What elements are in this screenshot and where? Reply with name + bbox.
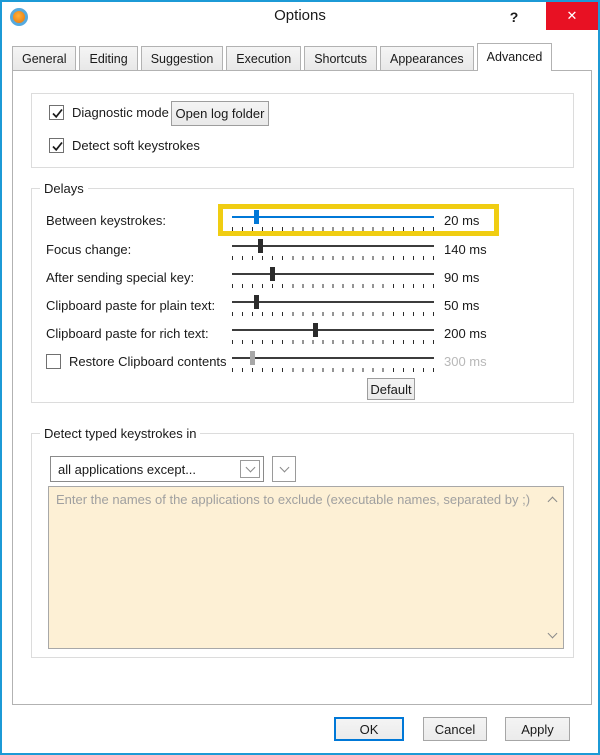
slider-thumb[interactable] (250, 351, 255, 365)
slider-track (232, 301, 434, 303)
delay-row: Restore Clipboard contents 300 ms (46, 349, 567, 373)
slider-label: Between keystrokes: (46, 212, 166, 228)
slider-thumb[interactable] (254, 295, 259, 309)
detect-keystrokes-group: Detect typed keystrokes in all applicati… (31, 426, 574, 658)
delay-slider[interactable] (232, 294, 434, 316)
tab-shortcuts[interactable]: Shortcuts (304, 46, 377, 70)
slider-track (232, 329, 434, 331)
slider-value: 20 ms (444, 212, 480, 228)
excluded-applications-textarea[interactable] (48, 486, 564, 649)
slider-ticks (232, 284, 434, 288)
tab-label: Advanced (486, 50, 543, 64)
apply-button[interactable]: Apply (505, 717, 570, 741)
delay-slider[interactable] (232, 209, 434, 231)
delay-slider[interactable] (232, 350, 434, 372)
tab-label: Editing (89, 51, 128, 66)
slider-label: Restore Clipboard contents (69, 353, 227, 369)
ok-button[interactable]: OK (334, 717, 404, 741)
tab-label: Suggestion (150, 51, 214, 66)
tab-suggestion[interactable]: Suggestion (140, 46, 224, 70)
slider-thumb[interactable] (258, 239, 263, 253)
open-log-folder-button[interactable]: Open log folder (171, 101, 269, 126)
combobox-arrow-button[interactable] (240, 460, 260, 478)
tab-execution[interactable]: Execution (226, 46, 302, 70)
scroll-down-button[interactable] (544, 627, 560, 643)
tab-label: Shortcuts (314, 51, 367, 66)
slider-ticks (232, 227, 434, 231)
slider-thumb[interactable] (270, 267, 275, 281)
delay-slider[interactable] (232, 322, 434, 344)
delay-slider[interactable] (232, 266, 434, 288)
slider-value: 300 ms (444, 353, 487, 369)
slider-value: 50 ms (444, 297, 480, 313)
default-button[interactable]: Default (367, 378, 415, 400)
check-icon (52, 108, 63, 119)
combobox-value: all applications except... (58, 461, 197, 477)
diagnostic-mode-label: Diagnostic mode (72, 105, 169, 120)
tab-general[interactable]: General (12, 46, 77, 70)
title-bar: Options ? ✕ (2, 2, 598, 32)
close-icon: ✕ (566, 8, 578, 23)
chevron-down-icon (279, 462, 289, 473)
check-icon (52, 141, 63, 152)
advanced-tab-panel: Diagnostic mode Open log folder Detect s… (12, 70, 592, 705)
expand-list-button[interactable] (272, 456, 296, 482)
restore-clipboard-checkbox[interactable] (46, 353, 61, 369)
tab-label: General (22, 51, 67, 66)
slider-value: 140 ms (444, 241, 487, 257)
help-button[interactable]: ? (500, 6, 528, 28)
tab-bar: General Editing Suggestion Execution Shortcu… (12, 42, 588, 71)
delay-row: Between keystrokes: 20 ms (46, 208, 567, 232)
tab-label: Execution (236, 51, 292, 66)
slider-thumb[interactable] (313, 323, 318, 337)
slider-label: Clipboard paste for rich text: (46, 325, 209, 341)
delay-row: Clipboard paste for plain text: 50 ms (46, 293, 567, 317)
detect-soft-keystrokes-label: Detect soft keystrokes (72, 138, 200, 153)
slider-track (232, 273, 434, 275)
general-options-group: Diagnostic mode Open log folder Detect s… (31, 93, 574, 168)
chevron-down-icon (245, 462, 255, 473)
delay-slider[interactable] (232, 238, 434, 260)
slider-value: 90 ms (444, 269, 480, 285)
detect-soft-keystrokes-checkbox[interactable] (49, 138, 64, 153)
options-dialog: Options ? ✕ General Editing Suggestion Exec… (0, 0, 600, 755)
chevron-down-icon (547, 628, 557, 639)
slider-label: Focus change: (46, 241, 132, 257)
slider-value: 200 ms (444, 325, 487, 341)
cancel-button[interactable]: Cancel (423, 717, 487, 741)
delay-row: After sending special key: 90 ms (46, 265, 567, 289)
tab-appearances[interactable]: Appearances (380, 46, 474, 70)
slider-ticks (232, 368, 434, 372)
slider-ticks (232, 256, 434, 260)
delay-row: Clipboard paste for rich text: 200 ms (46, 321, 567, 345)
slider-ticks (232, 312, 434, 316)
scroll-up-button[interactable] (544, 492, 560, 508)
slider-label: After sending special key: (46, 269, 195, 285)
delays-group-title: Delays (40, 181, 88, 196)
applications-scope-combobox[interactable]: all applications except... (50, 456, 264, 482)
tab-advanced[interactable]: Advanced (476, 43, 553, 71)
slider-track (232, 216, 434, 218)
delays-group: Delays Between keystrokes: 20 ms Focus c… (31, 181, 574, 403)
tab-label: Appearances (390, 51, 464, 66)
close-button[interactable]: ✕ (546, 2, 598, 30)
slider-ticks (232, 340, 434, 344)
delay-row: Focus change: 140 ms (46, 237, 567, 261)
excluded-applications-field-wrap (48, 486, 564, 649)
tab-editing[interactable]: Editing (79, 46, 138, 70)
detect-group-title: Detect typed keystrokes in (40, 426, 201, 441)
slider-track (232, 357, 434, 359)
diagnostic-mode-checkbox[interactable] (49, 105, 64, 120)
slider-label: Clipboard paste for plain text: (46, 297, 216, 313)
chevron-up-icon (547, 496, 557, 507)
slider-thumb[interactable] (254, 210, 259, 224)
